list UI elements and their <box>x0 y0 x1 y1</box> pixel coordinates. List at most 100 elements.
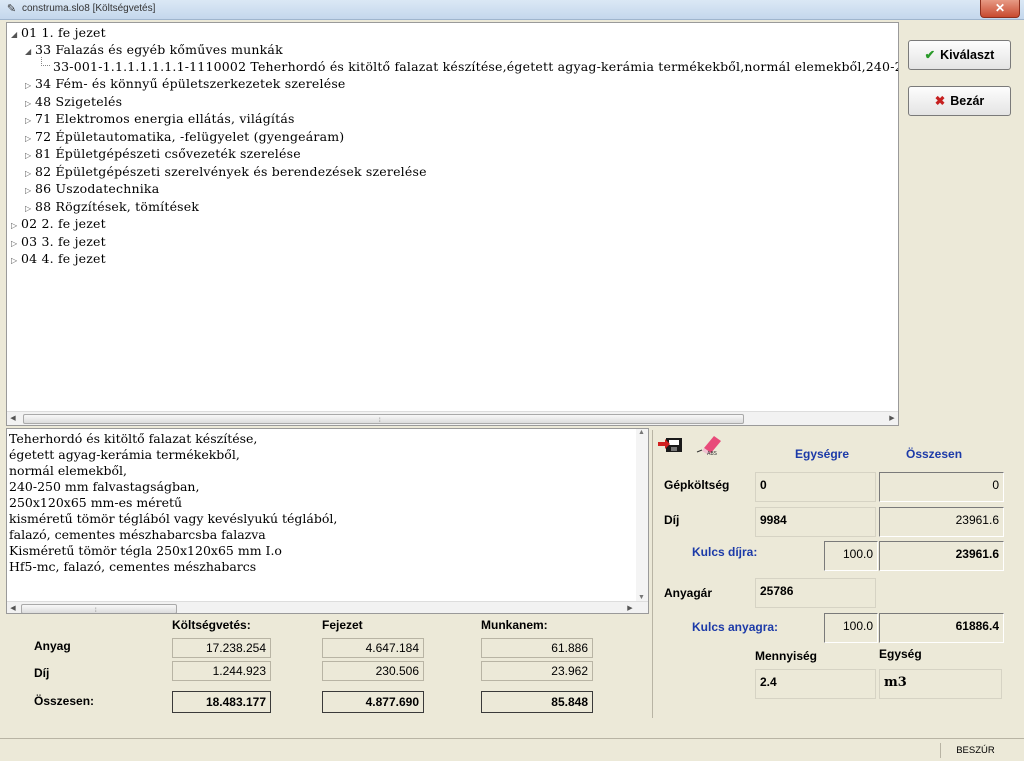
description-line: 250x120x65 mm-es méretű <box>9 495 183 510</box>
fee-unit: 9984 <box>755 507 876 537</box>
material-key-input[interactable]: 100.0 <box>824 613 878 643</box>
item-description[interactable]: Teherhordó és kitöltő falazat készítése,… <box>6 428 649 614</box>
cross-icon: ✖ <box>934 94 946 108</box>
description-line: kisméretű tömör téglából vagy kevéslyukú… <box>9 511 338 526</box>
tree-item-worktype-81[interactable]: ▷ 81 Épületgépészeti csővezeték szerelése <box>25 145 301 162</box>
scroll-up-arrow-icon[interactable]: ▲ <box>638 429 645 436</box>
grip-icon: ⁞ <box>95 608 97 614</box>
tree-item-worktype-72[interactable]: ▷ 72 Épületautomatika, -felügyelet (gyeng… <box>25 128 344 145</box>
eraser-icon[interactable]: ABS <box>694 432 724 457</box>
summary-label-material: Anyag <box>34 639 71 653</box>
description-horizontal-scrollbar[interactable]: ◀ ⁞ ▶ <box>7 601 648 614</box>
scrollbar-thumb[interactable]: ⁞ <box>21 604 177 614</box>
description-line: normál elemekből, <box>9 463 127 478</box>
tree-horizontal-scrollbar[interactable]: ◀ ⁞ ▶ <box>7 411 898 425</box>
tree-item-chapter-2[interactable]: ▷ 02 2. fe jezet <box>11 215 106 232</box>
tree-item-label: 72 Épületautomatika, -felügyelet (gyenge… <box>35 128 345 144</box>
column-header-total: Összesen <box>906 447 963 461</box>
tree-item-worktype-88[interactable]: ▷ 88 Rögzítések, tömítések <box>25 198 199 215</box>
tree-item-label: 01 1. fe jezet <box>21 25 106 40</box>
tree-item-label: 48 Szigetelés <box>35 93 123 109</box>
scroll-right-arrow-icon[interactable]: ▶ <box>624 602 636 613</box>
summary-chapter-fee: 230.506 <box>322 661 424 681</box>
summary-label-fee: Díj <box>34 666 50 680</box>
tree-item-label: 71 Elektromos energia ellátás, világítás <box>35 111 295 126</box>
summary-label-total: Összesen: <box>34 694 95 708</box>
collapsed-arrow-icon[interactable]: ▷ <box>25 200 35 217</box>
tree-item-worktype-34[interactable]: ▷ 34 Fém- és könnyű épületszerkezetek sze… <box>25 75 346 92</box>
collapsed-arrow-icon[interactable]: ▷ <box>25 182 35 199</box>
summary-budget-material: 17.238.254 <box>172 638 271 658</box>
tree-item-label: 02 2. fe jezet <box>21 216 106 231</box>
machine-cost-label: Gépköltség <box>664 478 730 492</box>
collapsed-arrow-icon[interactable]: ▷ <box>25 77 35 94</box>
summary-header-worktype: Munkanem: <box>481 618 548 632</box>
tree-item-worktype-48[interactable]: ▷ 48 Szigetelés <box>25 93 122 110</box>
tree-item-label: 34 Fém- és könnyű épületszerkezetek szer… <box>35 76 346 91</box>
quantity-value: 2.4 <box>755 669 876 699</box>
description-line: Teherhordó és kitöltő falazat készítése, <box>9 431 258 446</box>
close-button-label: Bezár <box>950 94 985 108</box>
description-vertical-scrollbar[interactable]: ▲ ▼ <box>636 429 648 601</box>
tree-item-worktype-33[interactable]: ◢ 33 Falazás és egyéb kőműves munkák <box>25 41 283 58</box>
scroll-right-arrow-icon[interactable]: ▶ <box>886 412 898 425</box>
scroll-down-arrow-icon[interactable]: ▼ <box>638 594 645 601</box>
fee-key-input[interactable]: 100.0 <box>824 541 878 571</box>
summary-budget-total: 18.483.177 <box>172 691 271 713</box>
collapsed-arrow-icon[interactable]: ▷ <box>25 147 35 164</box>
fee-label: Díj <box>664 513 680 527</box>
tree-item-worktype-71[interactable]: ▷ 71 Elektromos energia ellátás, világítá… <box>25 110 295 127</box>
expanded-arrow-icon[interactable]: ◢ <box>25 43 35 60</box>
tree-item-label: 03 3. fe jezet <box>21 233 106 249</box>
material-key-label: Kulcs anyagra: <box>692 620 779 634</box>
collapsed-arrow-icon[interactable]: ▷ <box>11 217 21 234</box>
checkmark-icon: ✔ <box>924 48 936 62</box>
summary-worktype-total: 85.848 <box>481 691 593 713</box>
tree-item-worktype-82[interactable]: ▷ 82 Épületgépészeti szerelvények és bere… <box>25 163 427 180</box>
collapsed-arrow-icon[interactable]: ▷ <box>25 112 35 129</box>
tree-item-label: 88 Rögzítések, tömítések <box>35 198 200 214</box>
expanded-arrow-icon[interactable]: ◢ <box>11 26 21 43</box>
export-icon[interactable] <box>656 432 686 456</box>
tree-item-chapter-1[interactable]: ◢ 01 1. fe jezet <box>11 24 106 41</box>
select-button[interactable]: ✔ Kiválaszt <box>908 40 1011 70</box>
window-title: construma.slo8 [Költségvetés] <box>22 3 156 14</box>
scrollbar-thumb[interactable]: ⁞ <box>23 414 744 424</box>
summary-worktype-fee: 23.962 <box>481 661 593 681</box>
machine-cost-unit: 0 <box>755 472 876 502</box>
unit-label: Egység <box>879 647 922 661</box>
close-button[interactable]: ✖ Bezár <box>908 86 1011 116</box>
tree-item-label: 04 4. fe jezet <box>21 251 106 266</box>
scroll-left-arrow-icon[interactable]: ◀ <box>7 412 19 425</box>
collapsed-arrow-icon[interactable]: ▷ <box>11 235 21 252</box>
description-line: falazó, cementes mészhabarcsba falazva <box>9 527 266 542</box>
material-price-unit: 25786 <box>755 578 876 608</box>
tree-item-label: 33-001-1.1.1.1.1.1.1-1110002 Teherhordó … <box>53 59 899 74</box>
tree-item-label: 33 Falazás és egyéb kőműves munkák <box>35 42 283 57</box>
unit-value: m3 <box>879 669 1002 699</box>
tree-item-worktype-86[interactable]: ▷ 86 Uszodatechnika <box>25 180 159 197</box>
tree-item-label: 81 Épületgépészeti csővezeték szerelése <box>35 146 301 161</box>
window-close-button[interactable]: ✕ <box>980 0 1020 18</box>
svg-text:ABS: ABS <box>707 451 717 456</box>
summary-worktype-material: 61.886 <box>481 638 593 658</box>
collapsed-arrow-icon[interactable]: ▷ <box>25 165 35 182</box>
material-price-label: Anyagár <box>664 586 713 600</box>
grip-icon: ⁞ <box>379 418 381 424</box>
insert-mode-indicator: BESZÚR <box>940 743 1010 758</box>
collapsed-arrow-icon[interactable]: ▷ <box>25 130 35 147</box>
description-line: Kisméretű tömör tégla 250x120x65 mm I.o <box>9 543 282 558</box>
collapsed-arrow-icon[interactable]: ▷ <box>11 252 21 269</box>
description-line: égetett agyag-kerámia termékekből, <box>9 447 240 462</box>
tree-item-chapter-3[interactable]: ▷ 03 3. fe jezet <box>11 233 106 250</box>
select-button-label: Kiválaszt <box>940 48 995 62</box>
scroll-left-arrow-icon[interactable]: ◀ <box>7 602 19 613</box>
collapsed-arrow-icon[interactable]: ▷ <box>25 95 35 112</box>
status-bar: BESZÚR <box>0 738 1024 761</box>
summary-chapter-material: 4.647.184 <box>322 638 424 658</box>
tree-item-selected-item[interactable]: 33-001-1.1.1.1.1.1.1-1110002 Teherhordó … <box>53 58 899 75</box>
tree-item-chapter-4[interactable]: ▷ 04 4. fe jezet <box>11 250 106 267</box>
fee-total: 23961.6 <box>879 507 1004 537</box>
tree-connector <box>41 57 50 66</box>
chapter-tree[interactable]: ◢ 01 1. fe jezet ◢ 33 Falazás és egyéb kőm… <box>6 22 899 426</box>
